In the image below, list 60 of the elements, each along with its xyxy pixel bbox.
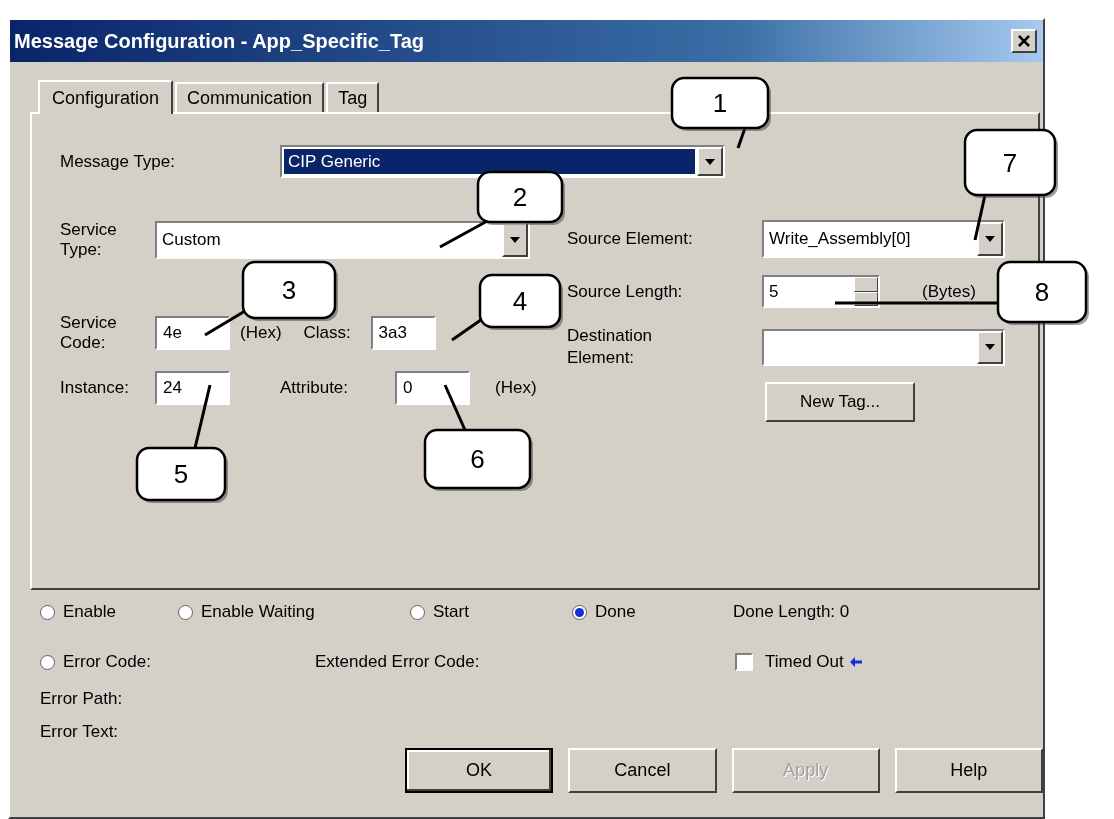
input-field[interactable]: 3a3	[370, 316, 436, 350]
radio-button[interactable]: Start	[410, 602, 572, 622]
callout-number: 4	[512, 286, 528, 316]
close-button[interactable]	[1011, 29, 1037, 53]
callout-number: 7	[1002, 147, 1018, 178]
field-label: Message Type:	[60, 151, 176, 172]
callout-number: 2	[512, 182, 528, 212]
tab[interactable]: Configuration	[38, 80, 174, 114]
destination-element-dropdown[interactable]	[762, 328, 1005, 366]
radio-button[interactable]: Done	[572, 602, 733, 622]
dropdown-arrow-button[interactable]	[977, 330, 1003, 364]
dialog-button[interactable]: OK	[405, 748, 554, 793]
dropdown-arrow-button[interactable]	[697, 147, 723, 176]
callout-number: 3	[281, 275, 297, 305]
dropdown-arrow-button[interactable]	[502, 223, 528, 257]
field-label: Service Code:	[60, 313, 118, 353]
radio-button[interactable]: Error Code:	[40, 652, 315, 672]
field-label: Error Path:	[40, 688, 123, 709]
close-icon	[1018, 35, 1030, 47]
unit-label: (Hex)	[240, 323, 282, 343]
field-label: Destination Element:	[567, 325, 654, 369]
spin-up-button[interactable]	[854, 277, 878, 292]
done-length-text: Done Length: 0	[733, 602, 851, 622]
caret-icon	[985, 344, 995, 350]
field-label: Attribute:	[280, 378, 350, 398]
field-label: Error Text:	[40, 721, 119, 742]
source-element-dropdown[interactable]: Write_Assembly[0]	[762, 220, 1005, 258]
input-field[interactable]: 4e	[155, 316, 230, 350]
service-type-dropdown[interactable]: Custom	[155, 221, 530, 259]
input-field[interactable]: 0	[395, 371, 470, 405]
checkbox[interactable]	[735, 653, 753, 671]
field-label: Source Length:	[567, 281, 684, 302]
field-label: Class:	[303, 323, 352, 343]
radio-button[interactable]: Enable Waiting	[178, 602, 410, 622]
field-label: Instance:	[60, 378, 130, 398]
checkbox-label: Timed Out	[765, 652, 844, 672]
dialog-button[interactable]: Help	[894, 748, 1043, 793]
new-tag-button[interactable]: New Tag...	[765, 382, 915, 422]
field-label: Extended Error Code:	[315, 652, 481, 672]
dropdown-arrow-button[interactable]	[977, 222, 1003, 256]
caret-icon	[985, 236, 995, 242]
spin-field[interactable]: 5	[762, 275, 880, 308]
field-label: Service Type:	[60, 220, 118, 260]
window-title: Message Configuration - App_Specific_Tag	[14, 29, 425, 53]
dialog-button[interactable]: Cancel	[568, 748, 717, 793]
tab[interactable]: Communication	[175, 82, 325, 112]
callout-number: 6	[470, 444, 485, 474]
caret-icon	[705, 158, 715, 165]
caret-icon	[510, 237, 520, 243]
unit-label: (Hex)	[495, 378, 537, 398]
callout-number: 5	[173, 459, 189, 489]
radio-button[interactable]: Enable	[40, 602, 178, 622]
callout-number: 1	[712, 88, 728, 118]
field-label: Source Element:	[567, 229, 694, 249]
unit-label: (Bytes)	[922, 281, 976, 302]
left-arrow-icon	[849, 657, 862, 667]
message-type-dropdown[interactable]: CIP Generic	[280, 145, 725, 178]
tab[interactable]: Tag	[326, 82, 380, 112]
callout-number: 8	[1034, 277, 1050, 307]
input-field[interactable]: 24	[155, 371, 230, 405]
